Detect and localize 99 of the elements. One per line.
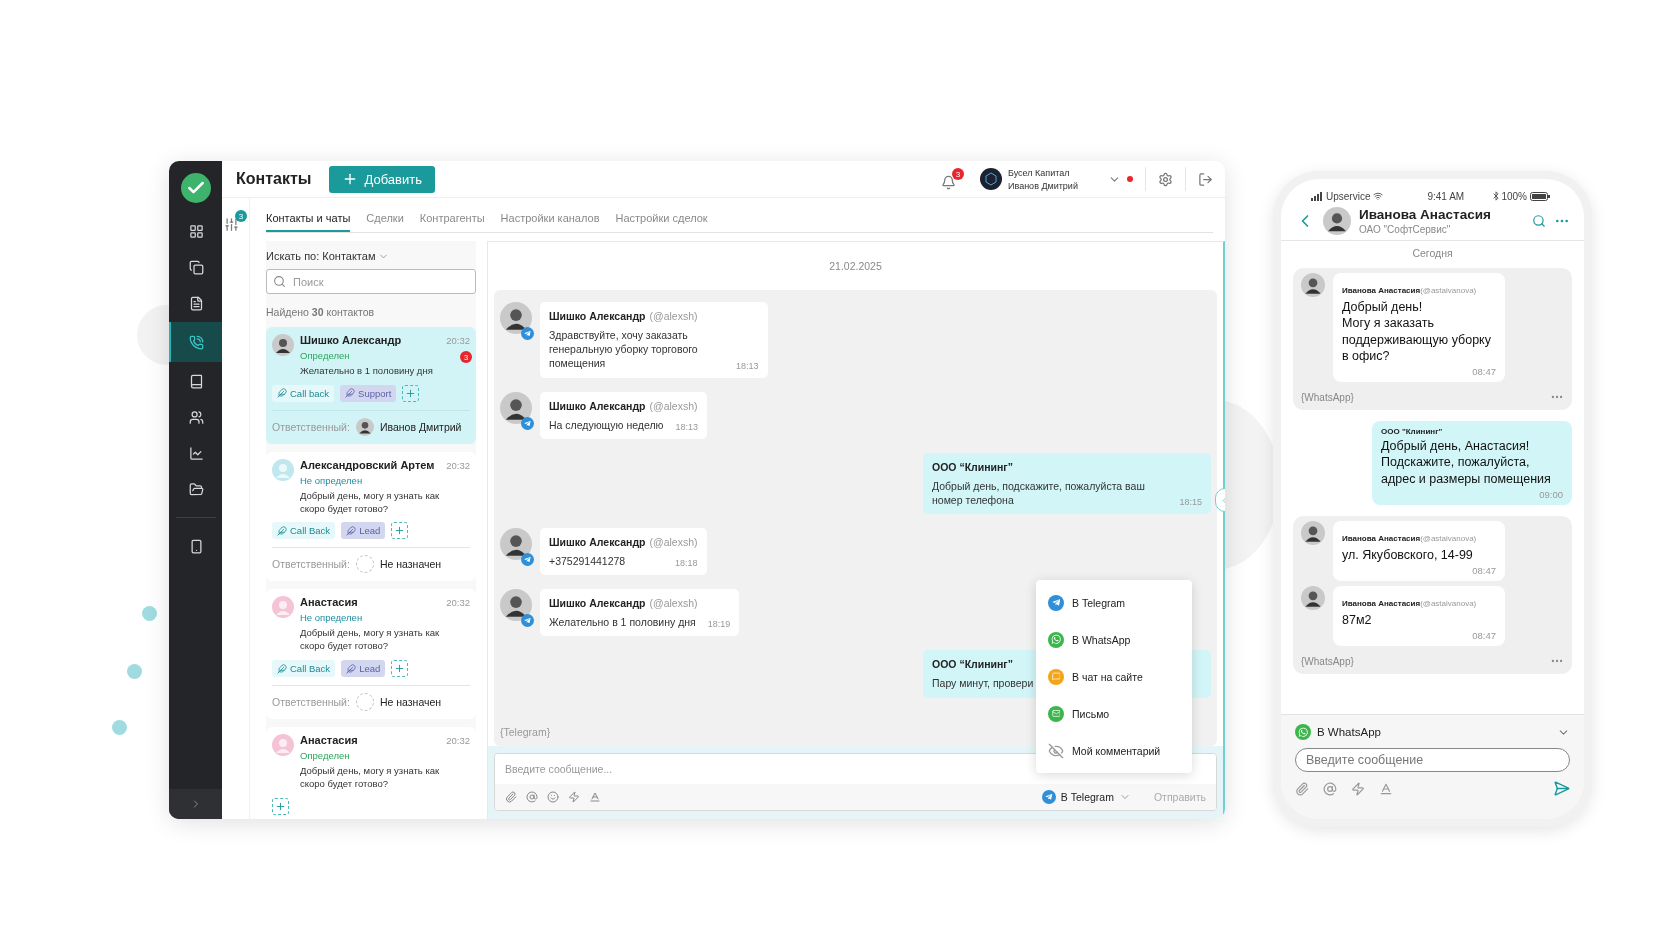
user-name: Иванов Дмитрий	[1008, 180, 1079, 191]
message-preview: Желательно в 1 половину дня	[300, 365, 434, 378]
contact-status: Определен	[300, 750, 350, 762]
search-by-value[interactable]: Контактам	[322, 250, 376, 262]
message-handle: (@alexsh)	[649, 310, 698, 322]
message-time: 08:47	[1472, 366, 1496, 377]
tab[interactable]: Контрагенты	[419, 206, 485, 232]
message-text: Желательно в 1 половину дня	[549, 615, 696, 630]
tab[interactable]: Сделки	[366, 206, 404, 232]
message-handle: (@astaivanova)	[1420, 533, 1477, 543]
page-title: Контакты	[236, 170, 312, 188]
owner-name: Не назначен	[379, 558, 442, 571]
filter-badge: 3	[235, 210, 247, 222]
carrier-name: Upservice	[1326, 190, 1371, 202]
message-handle: (@alexsh)	[649, 597, 698, 610]
message-text: Добрый день, Анастасия! Подскажите, пожалуйста, адрес и размеры помещения	[1381, 438, 1552, 487]
notifications-button[interactable]: 3	[941, 168, 964, 190]
battery-level: 100%	[1501, 190, 1527, 202]
tag-label: Support	[358, 387, 392, 399]
channel-label: {Telegram}	[500, 726, 552, 738]
message-handle: (@astaivanova)	[1420, 286, 1477, 295]
message-handle: (@astaivanova)	[1420, 599, 1477, 608]
message-text: Здравствуйте, хочу заказать генеральную уборку торгового помещения	[549, 328, 699, 371]
message-time: 18:13	[675, 421, 698, 432]
tag-label: Call back	[290, 387, 330, 399]
tab[interactable]: Контакты и чаты	[266, 206, 351, 232]
message-author: Шишко Александр	[549, 536, 646, 549]
message-time: 18:13	[736, 360, 759, 371]
contact-time: 20:32	[446, 459, 470, 471]
contact-card[interactable]: Анастасия 20:32 Определен Добрый день, могу я узнать как скоро будет готово?	[266, 727, 476, 819]
message-handle: (@alexsh)	[649, 399, 698, 412]
message-text: ул. Якубовского, 14-99	[1342, 546, 1474, 563]
status-time: 9:41 AM	[1427, 190, 1465, 202]
contact-name: Иванова Анастасия	[1359, 207, 1491, 222]
message-text: +375291441278	[549, 554, 626, 569]
contact-card[interactable]: Анастасия 20:32 Не определен Добрый день, могу я узнать как скоро будет готово? Call Back Lead Ответственный: Не назначен	[266, 589, 476, 720]
message-author: Шишко Александр	[549, 399, 646, 412]
message-time: 18:15	[1179, 497, 1202, 508]
menu-item[interactable]: В Telegram	[1036, 584, 1192, 621]
tab[interactable]: Настройки каналов	[500, 206, 600, 232]
message-text: Добрый день! Могу я заказать поддерживающую уборку в офис?	[1342, 299, 1492, 364]
company-name: Бусел Капитал	[1008, 167, 1071, 178]
tag-label: Call Back	[290, 525, 331, 537]
message-time: 18:19	[707, 619, 731, 630]
message-author: ООО "Клининг"	[1381, 427, 1444, 436]
message-author: Иванова Анастасия	[1342, 599, 1421, 608]
owner-name: Не назначен	[379, 696, 442, 709]
message-author: Шишко Александр	[549, 310, 646, 322]
tag-label: Lead	[359, 525, 381, 537]
message-text: Пару минут, провери	[932, 676, 1034, 691]
menu-item[interactable]: В чат на сайте	[1036, 658, 1192, 695]
message-time: 09:00	[1539, 488, 1563, 500]
message-text: Добрый день, подскажите, пожалуйста ваш номер телефона	[932, 478, 1146, 508]
search-by-label: Искать по:	[266, 250, 320, 262]
notification-badge: 3	[952, 168, 964, 180]
contact-name: Анастасия	[300, 596, 358, 609]
search-field[interactable]: Поиск	[266, 269, 476, 294]
contact-card[interactable]: Александровский Артем 20:32 Не определен Добрый день, могу я узнать как скоро будет готово? Call Back Lead Ответственный: Не назначен	[266, 451, 476, 582]
message-text: На следующую неделю	[549, 417, 664, 432]
message-time: 08:47	[1472, 565, 1496, 576]
contact-name: Александровский Артем	[300, 458, 435, 471]
owner-label: Ответственный:	[272, 696, 350, 709]
message-preview: Добрый день, могу я узнать как скоро будет готово?	[300, 627, 441, 654]
channel-select[interactable]: В WhatsApp	[1295, 724, 1570, 740]
message-author: ООО “Клининг”	[932, 658, 1014, 671]
tag-label: Lead	[359, 663, 381, 675]
contact-status: Не определен	[300, 612, 363, 624]
message-author: Иванова Анастасия	[1342, 286, 1421, 295]
contact-status: Определен	[300, 350, 350, 361]
contact-company: ОАО "СофтСервис"	[1359, 224, 1452, 235]
tab[interactable]: Настройки сделок	[615, 206, 708, 232]
channel-label: {WhatsApp}	[1301, 655, 1354, 667]
owner-label: Ответственный:	[272, 558, 350, 571]
message-author: ООО “Клининг”	[932, 460, 1014, 473]
message-preview: Добрый день, могу я узнать как скоро будет готово?	[300, 489, 441, 516]
message-time: 18:18	[675, 558, 698, 569]
results-count: Найдено 30 контактов	[266, 305, 376, 320]
channel-label: {WhatsApp}	[1301, 391, 1354, 403]
channel-select[interactable]: В Telegram	[1041, 790, 1131, 804]
contact-time: 20:32	[446, 335, 470, 346]
owner-name: Иванов Дмитрий	[379, 420, 462, 433]
message-preview: Добрый день, могу я узнать как скоро будет готово?	[300, 765, 441, 791]
menu-item[interactable]: Письмо	[1036, 695, 1192, 732]
owner-label: Ответственный:	[272, 420, 350, 433]
contact-name: Шишко Александр	[300, 334, 402, 346]
chat-date: 21.02.2025	[828, 259, 883, 274]
message-author: Иванова Анастасия	[1342, 533, 1421, 543]
message-input[interactable]: Введите сообщение	[1295, 748, 1570, 772]
message-author: Шишко Александр	[549, 597, 646, 610]
message-handle: (@alexsh)	[649, 536, 698, 549]
contact-status: Не определен	[300, 474, 363, 486]
contact-time: 20:32	[446, 597, 470, 609]
contact-time: 20:32	[446, 735, 470, 747]
day-label: Сегодня	[1411, 246, 1454, 261]
message-time: 08:47	[1472, 630, 1496, 642]
contact-name: Анастасия	[300, 734, 358, 747]
menu-item[interactable]: В WhatsApp	[1036, 621, 1192, 658]
tag-label: Call Back	[290, 663, 331, 675]
message-text: 87м2	[1342, 612, 1373, 629]
